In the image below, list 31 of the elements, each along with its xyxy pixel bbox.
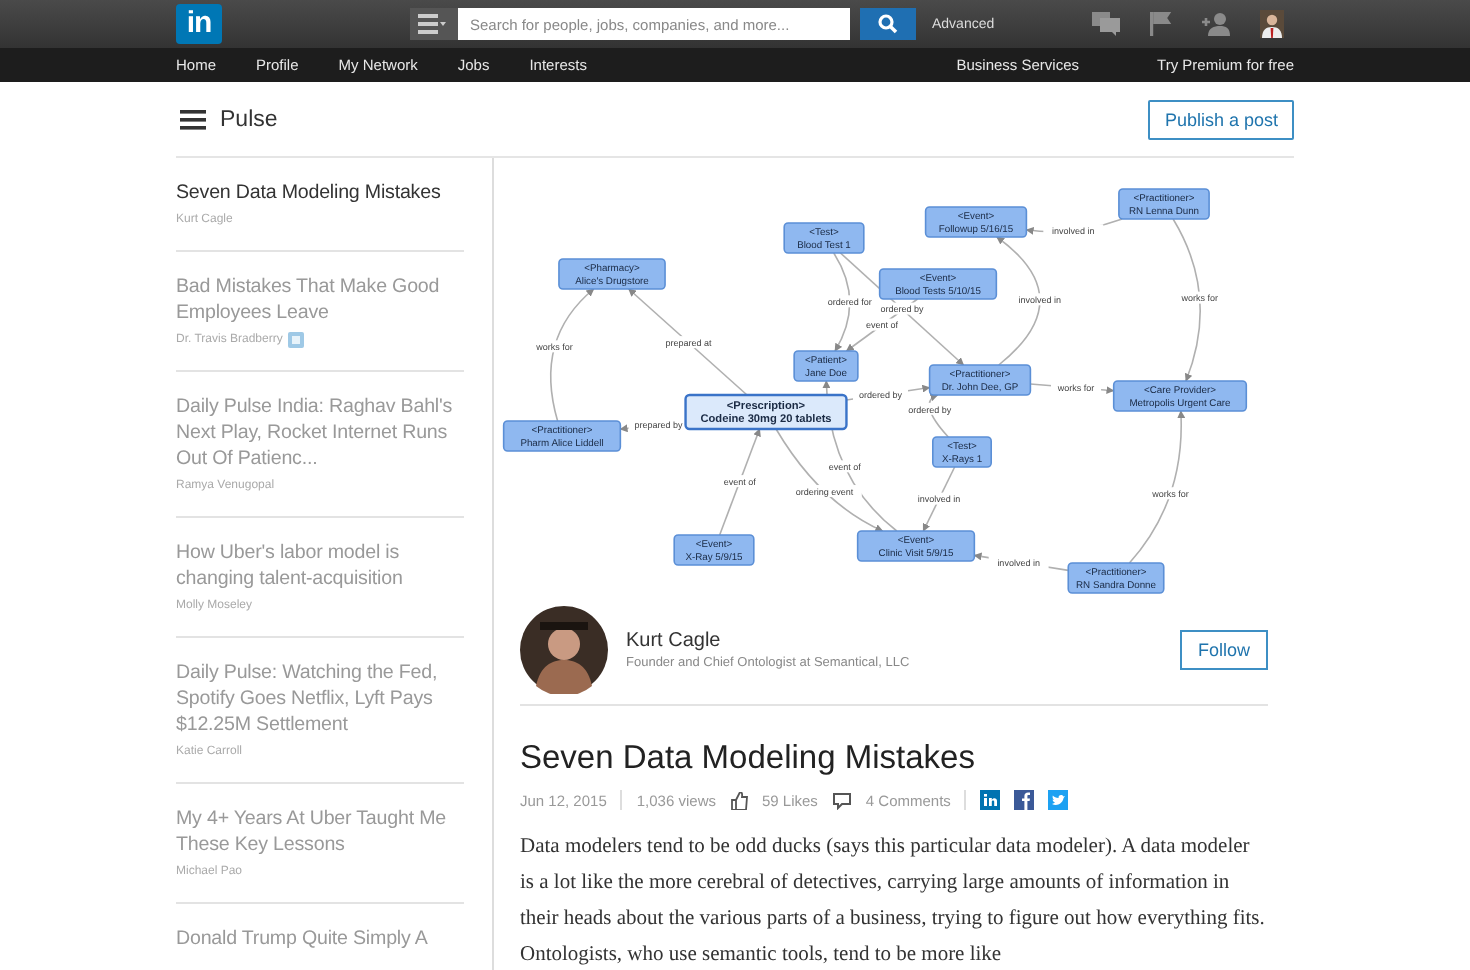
menu-icon[interactable] xyxy=(180,109,206,129)
article-link[interactable]: Bad Mistakes That Make Good Employees Leave xyxy=(176,274,464,326)
article-title: Seven Data Modeling Mistakes xyxy=(520,740,977,778)
menu-icon xyxy=(418,14,446,34)
connector-arrow xyxy=(718,428,761,536)
article-link[interactable]: Seven Data Modeling Mistakes xyxy=(176,180,464,206)
article-link[interactable]: How Uber's labor model is changing talent-acquisition xyxy=(176,540,464,592)
search-button[interactable] xyxy=(860,8,916,40)
twitter-icon[interactable] xyxy=(1048,790,1069,810)
avatar xyxy=(520,606,608,694)
author-name[interactable]: Kurt Cagle xyxy=(626,630,1162,652)
search-icon xyxy=(878,14,898,34)
article-body: Data modelers tend to be odd ducks (says this particular data modeler). A data modeler is a lot like the more cerebral of detectives, carrying large amounts of information in their heads about the various parts of a business, trying to figure out how everything fits. Ontologists, who use semantic tools, tend to be more like xyxy=(520,834,1267,970)
avatar-icon[interactable] xyxy=(1260,10,1284,38)
logo[interactable]: in xyxy=(176,4,222,44)
linkedin-icon[interactable] xyxy=(980,790,1001,810)
facebook-icon[interactable] xyxy=(1014,790,1035,810)
page-title: Pulse xyxy=(220,107,278,131)
thumbs-up-icon[interactable] xyxy=(729,791,748,809)
article-link[interactable]: Daily Pulse India: Raghav Bahl's Next Play, Rocket Internet Runs Out Of Patienc... xyxy=(176,394,464,472)
article-link[interactable]: My 4+ Years At Uber Taught Me These Key Lessons xyxy=(176,806,464,858)
follow-button[interactable]: Follow xyxy=(1179,630,1268,670)
add-person-icon[interactable] xyxy=(1202,12,1230,36)
search-category-button[interactable] xyxy=(410,8,458,40)
article-link[interactable]: Daily Pulse: Watching the Fed, Spotify Goes Netflix, Lyft Pays $12.25M Settlement xyxy=(176,660,464,738)
article-link[interactable]: Donald Trump Quite Simply A xyxy=(176,926,464,952)
comment-icon[interactable] xyxy=(831,791,852,809)
messages-icon[interactable] xyxy=(1092,12,1120,36)
connector-arrow xyxy=(627,288,748,396)
flag-icon[interactable] xyxy=(1150,12,1172,36)
publish-button[interactable]: Publish a post xyxy=(1148,99,1294,139)
